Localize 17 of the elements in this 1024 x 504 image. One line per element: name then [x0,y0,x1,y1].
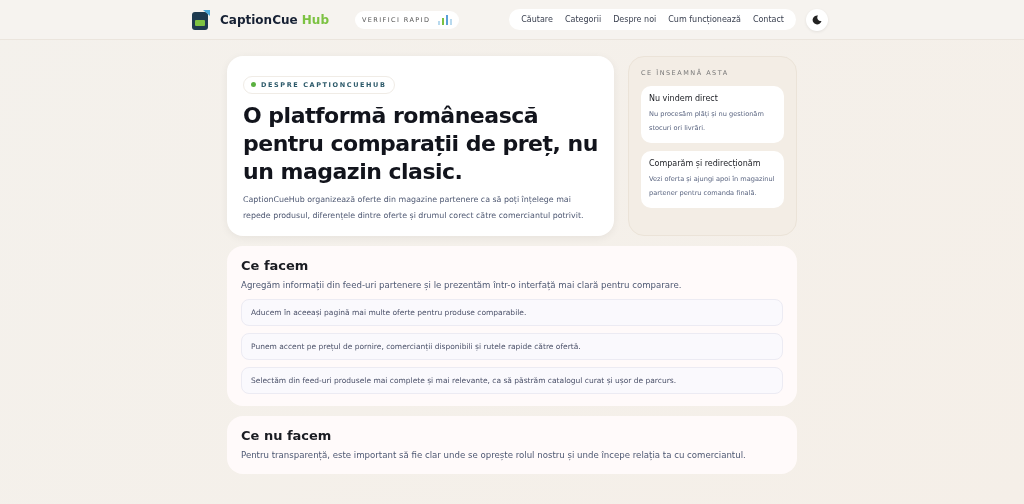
hero-title: O platformă românească pentru comparații de preț, nu un magazin clasic. [243,101,598,186]
theme-toggle-button[interactable] [806,8,828,31]
section-title: Ce nu facem [241,427,333,443]
nav-link[interactable]: Cum funcționează [664,13,745,26]
nav-link[interactable]: Categorii [560,13,606,26]
nav-link[interactable]: Căutare [517,13,557,26]
nav-link[interactable]: Contact [748,13,788,26]
section-title: Ce facem [241,257,310,273]
card-title: Nu vindem direct [649,94,719,103]
section-text: Agregăm informații din feed-uri partenere și le prezentăm într-o interfață mai clară pentru comparare. [241,279,683,290]
brand-name[interactable]: CaptionCue Hub [220,12,329,27]
bar-graph-icon [438,14,453,25]
moon-icon [812,14,822,25]
section-text: Pentru transparență, este important să fie clar unde se oprește rolul nostru și unde începe relația ta cu comerciantul. [241,449,747,460]
logo-icon [192,9,210,30]
card-title: Comparăm și redirecționăm [649,159,762,168]
nav-link[interactable]: Despre noi [609,13,661,26]
